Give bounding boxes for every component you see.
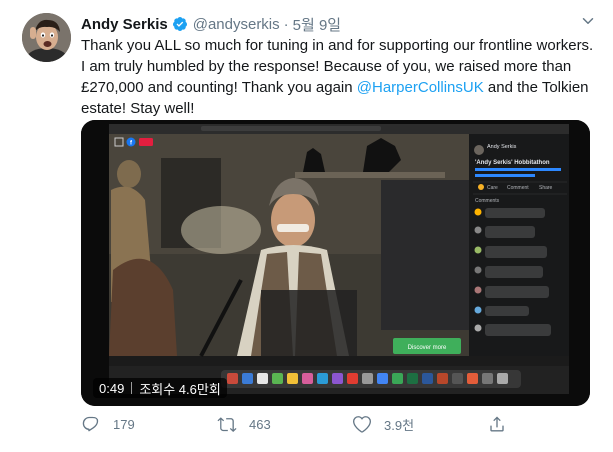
author-name[interactable]: Andy Serkis: [81, 16, 168, 33]
avatar[interactable]: [22, 13, 71, 62]
like-count: 3.9천: [384, 417, 415, 433]
retweet-icon: [217, 417, 237, 432]
fb-action-share: Share: [539, 185, 553, 191]
tweet-text: Thank you ALL so much for tuning in and …: [81, 35, 601, 119]
fb-action-care: Care: [487, 185, 498, 191]
author-handle[interactable]: @andyserkis: [193, 16, 280, 33]
share-button[interactable]: [487, 414, 507, 434]
like-button[interactable]: 3.9천: [352, 414, 414, 434]
retweet-button[interactable]: 463: [217, 414, 271, 434]
retweet-count: 463: [249, 416, 271, 432]
verified-badge-icon: [172, 17, 187, 31]
badge-divider: [131, 382, 133, 394]
video-badge: 0:49 조회수 4.6만회: [93, 378, 227, 398]
heart-icon: [352, 416, 372, 433]
view-count: 조회수 4.6만회: [139, 381, 221, 397]
video-player[interactable]: Discover more Andy Serkis 'Andy Serkis' …: [81, 120, 590, 406]
fb-page-name: Andy Serkis: [487, 144, 517, 150]
reply-count: 179: [113, 416, 135, 432]
video-duration: 0:49: [99, 380, 125, 396]
reply-icon: [82, 416, 99, 432]
tweet-date[interactable]: 5월 9일: [293, 14, 341, 35]
video-frame: Discover more Andy Serkis 'Andy Serkis' …: [81, 120, 590, 406]
tweet[interactable]: Andy Serkis @andyserkis · 5월 9일 Thank yo…: [0, 0, 613, 452]
chevron-down-icon[interactable]: [579, 12, 597, 30]
fb-action-comment: Comment: [507, 185, 529, 191]
separator-dot: ·: [283, 15, 289, 33]
discover-more-button: Discover more: [408, 345, 447, 351]
avatar-image: [22, 13, 71, 62]
reply-button[interactable]: 179: [81, 414, 135, 434]
share-icon: [490, 416, 504, 432]
fb-comments-label: Comments: [475, 198, 500, 204]
tweet-actions: 179 463 3.9천: [81, 414, 521, 442]
fb-post-title: 'Andy Serkis' Hobbitathon: [475, 160, 550, 166]
tweet-header: Andy Serkis @andyserkis · 5월 9일: [81, 14, 341, 34]
mention-link[interactable]: @HarperCollinsUK: [357, 79, 484, 96]
